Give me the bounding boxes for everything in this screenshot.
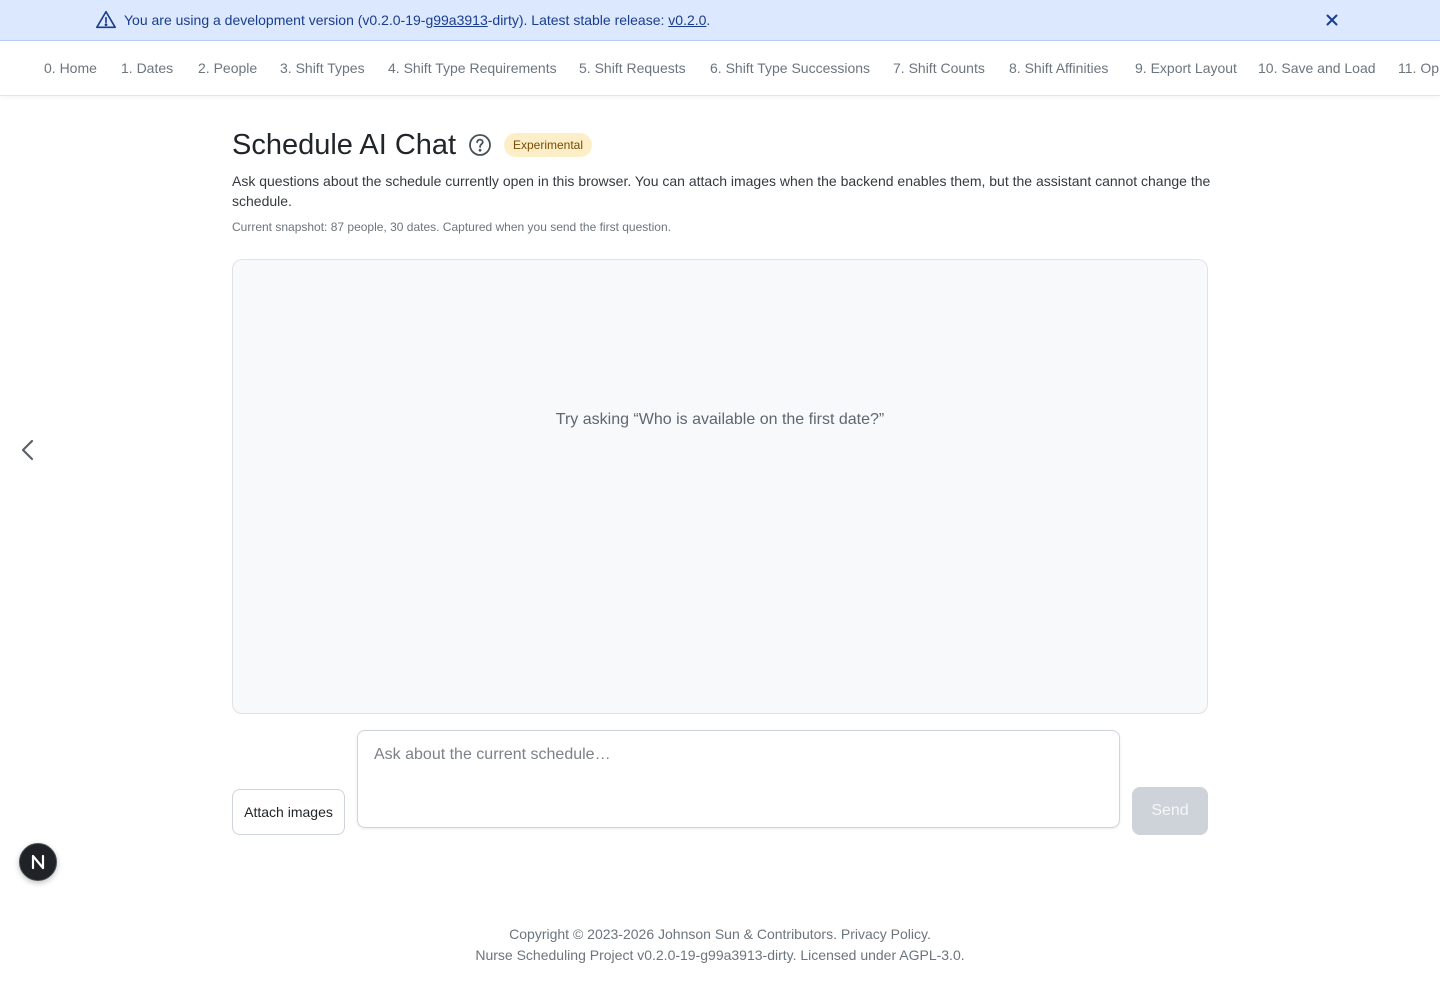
send-button[interactable]: Send bbox=[1132, 787, 1208, 835]
close-icon[interactable] bbox=[1324, 12, 1340, 28]
experimental-badge: Experimental bbox=[504, 133, 592, 157]
page-description: Ask questions about the schedule current… bbox=[232, 173, 1211, 209]
nav-item-shift-affinities[interactable]: 8. Shift Affinities bbox=[1009, 59, 1108, 77]
nav-item-export-layout[interactable]: 9. Export Layout bbox=[1135, 59, 1237, 77]
nav-item-people[interactable]: 2. People bbox=[198, 59, 257, 77]
nav-item-save-and-load[interactable]: 10. Save and Load bbox=[1258, 59, 1376, 77]
nav-item-shift-type-successions[interactable]: 6. Shift Type Successions bbox=[710, 59, 870, 77]
stable-release-link[interactable]: v0.2.0 bbox=[668, 12, 706, 28]
nav-item-shift-types[interactable]: 3. Shift Types bbox=[280, 59, 365, 77]
footer: Copyright © 2023-2026 Johnson Sun & Cont… bbox=[0, 924, 1440, 966]
chat-messages-panel: Try asking “Who is available on the firs… bbox=[232, 259, 1208, 714]
step-navigation: 0. Home 1. Dates 2. People 3. Shift Type… bbox=[0, 41, 1440, 96]
nav-item-shift-type-requirements[interactable]: 4. Shift Type Requirements bbox=[388, 59, 557, 77]
nav-item-dates[interactable]: 1. Dates bbox=[121, 59, 173, 77]
chat-input[interactable] bbox=[357, 730, 1120, 828]
banner-message: You are using a development version (v0.… bbox=[124, 12, 711, 28]
attach-images-button[interactable]: Attach images bbox=[232, 789, 345, 835]
chevron-left-icon[interactable] bbox=[17, 438, 39, 462]
nav-item-home[interactable]: 0. Home bbox=[44, 59, 97, 77]
chat-empty-hint: Try asking “Who is available on the firs… bbox=[555, 411, 885, 428]
commit-link[interactable]: g99a3913 bbox=[425, 12, 487, 28]
footer-copyright: Copyright © 2023-2026 Johnson Sun & Cont… bbox=[509, 926, 931, 942]
dev-version-banner: You are using a development version (v0.… bbox=[0, 0, 1440, 41]
snapshot-info: Current snapshot: 87 people, 30 dates. C… bbox=[232, 220, 671, 234]
dev-tools-avatar[interactable] bbox=[19, 843, 57, 881]
n-logo-icon bbox=[31, 854, 45, 870]
nav-item-op[interactable]: 11. Op bbox=[1398, 59, 1439, 77]
nav-item-shift-requests[interactable]: 5. Shift Requests bbox=[579, 59, 686, 77]
warning-triangle-icon bbox=[96, 10, 116, 29]
page-title: Schedule AI Chat bbox=[232, 129, 457, 161]
help-icon[interactable] bbox=[468, 133, 492, 157]
footer-license: Nurse Scheduling Project v0.2.0-19-g99a3… bbox=[475, 947, 965, 963]
nav-item-shift-counts[interactable]: 7. Shift Counts bbox=[893, 59, 985, 77]
privacy-policy-link[interactable]: Privacy Policy bbox=[841, 926, 927, 942]
